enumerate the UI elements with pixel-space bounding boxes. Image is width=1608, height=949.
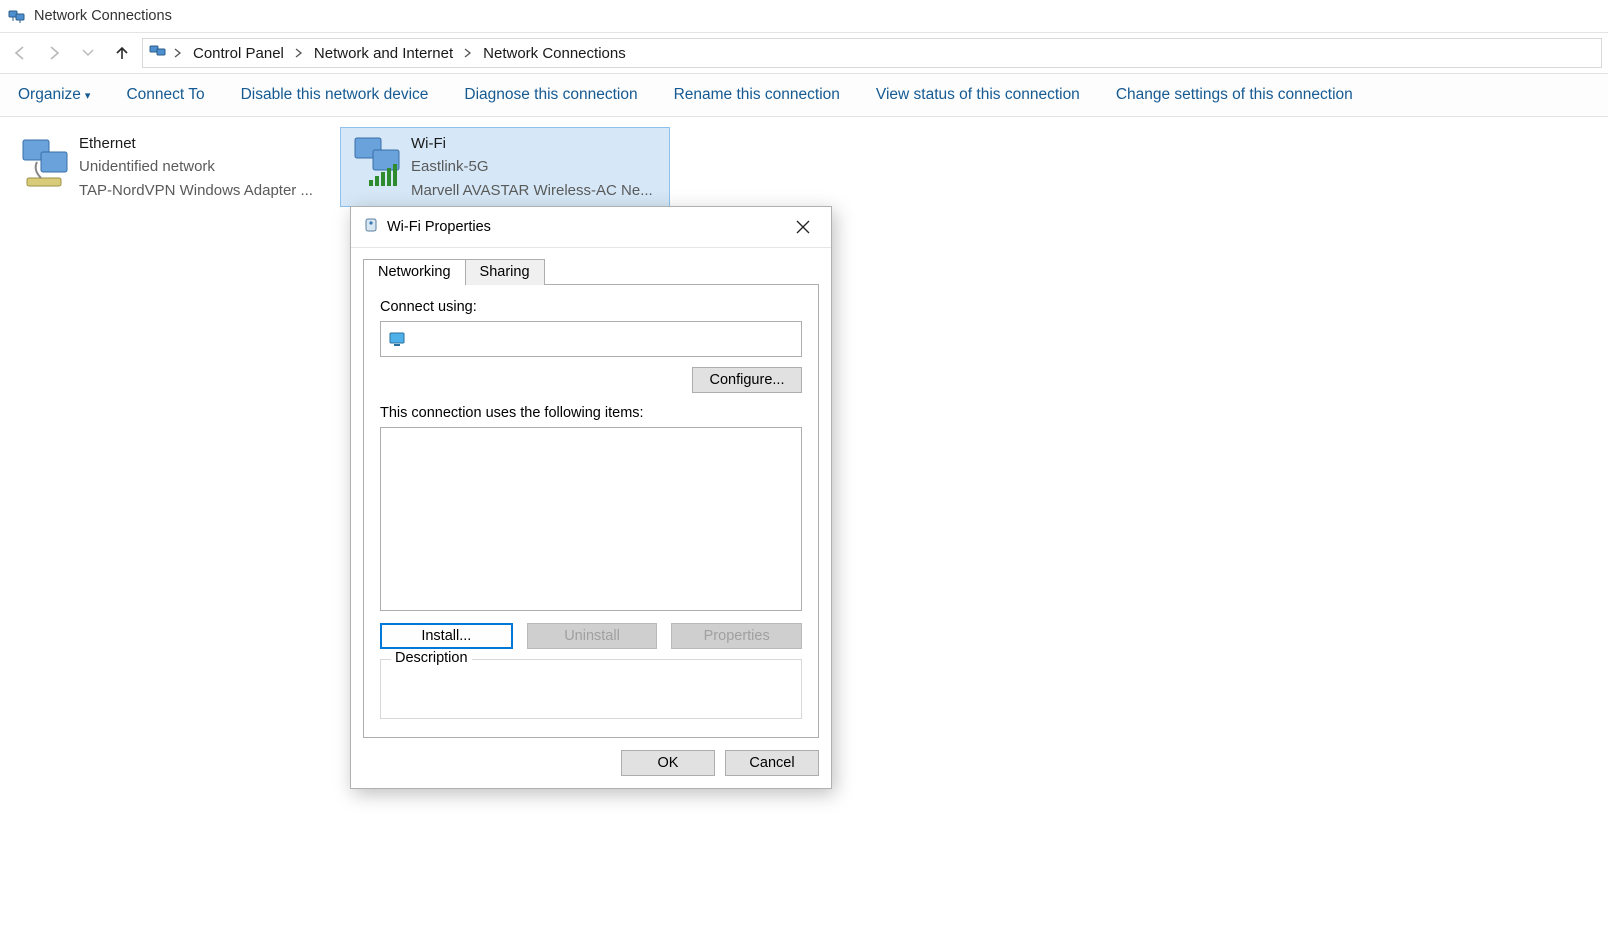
uses-items-label: This connection uses the following items… [380,405,802,421]
nav-recent-dropdown[interactable] [74,39,102,67]
connect-to-button[interactable]: Connect To [126,86,204,104]
close-button[interactable] [783,209,823,245]
rename-connection-button[interactable]: Rename this connection [674,86,840,104]
adapter-display[interactable] [380,321,802,357]
uninstall-button[interactable]: Uninstall [527,623,658,649]
connection-items-listbox[interactable] [380,427,802,611]
adapter-small-icon [363,217,379,237]
dialog-title: Wi-Fi Properties [387,219,491,235]
close-icon [796,220,810,234]
connection-name: Wi-Fi [411,132,663,155]
cancel-button[interactable]: Cancel [725,750,819,776]
connection-device: Marvell AVASTAR Wireless-AC Ne... [411,179,663,202]
chevron-right-icon [461,45,475,62]
nav-up-button[interactable] [108,39,136,67]
breadcrumb-item[interactable]: Control Panel [189,45,288,62]
nav-forward-button[interactable] [40,39,68,67]
breadcrumb-root-icon [149,43,167,63]
tab-sharing[interactable]: Sharing [465,259,545,285]
change-settings-button[interactable]: Change settings of this connection [1116,86,1353,104]
tab-networking[interactable]: Networking [363,259,466,285]
networking-panel: Connect using: Configure... This connect… [363,285,819,738]
properties-button[interactable]: Properties [671,623,802,649]
organize-menu[interactable]: Organize ▾ [18,86,90,104]
chevron-right-icon [171,45,185,62]
connection-status: Unidentified network [79,155,331,178]
wifi-properties-dialog: Wi-Fi Properties Networking Sharing Conn… [350,206,832,789]
description-group: Description [380,659,802,719]
chevron-down-icon: ▾ [85,89,91,102]
connections-list: Ethernet Unidentified network TAP-NordVP… [0,117,1608,217]
ok-button[interactable]: OK [621,750,715,776]
description-legend: Description [391,650,472,666]
explorer-titlebar: Network Connections [0,0,1608,32]
configure-button[interactable]: Configure... [692,367,802,393]
ethernet-icon [15,132,79,202]
chevron-right-icon [292,45,306,62]
view-status-button[interactable]: View status of this connection [876,86,1080,104]
diagnose-connection-button[interactable]: Diagnose this connection [464,86,637,104]
connection-status: Eastlink-5G [411,155,663,178]
breadcrumb-item[interactable]: Network Connections [479,45,630,62]
explorer-command-bar: Organize ▾ Connect To Disable this netwo… [0,74,1608,117]
disable-device-button[interactable]: Disable this network device [241,86,429,104]
connect-using-label: Connect using: [380,299,802,315]
connection-item-wifi[interactable]: Wi-Fi Eastlink-5G Marvell AVASTAR Wirele… [340,127,670,207]
install-button[interactable]: Install... [380,623,513,649]
connection-name: Ethernet [79,132,331,155]
window-title: Network Connections [34,8,172,24]
connection-item-ethernet[interactable]: Ethernet Unidentified network TAP-NordVP… [8,127,338,207]
monitor-icon [389,332,407,346]
wifi-icon [347,132,411,202]
network-connections-icon [8,7,26,25]
dialog-footer: OK Cancel [351,738,831,788]
breadcrumb-item[interactable]: Network and Internet [310,45,457,62]
tool-label: Organize [18,86,81,104]
breadcrumb[interactable]: Control Panel Network and Internet Netwo… [142,38,1602,68]
dialog-tabs: Networking Sharing [363,258,819,285]
nav-back-button[interactable] [6,39,34,67]
dialog-titlebar[interactable]: Wi-Fi Properties [351,207,831,248]
connection-device: TAP-NordVPN Windows Adapter ... [79,179,331,202]
addressbar: Control Panel Network and Internet Netwo… [0,32,1608,74]
